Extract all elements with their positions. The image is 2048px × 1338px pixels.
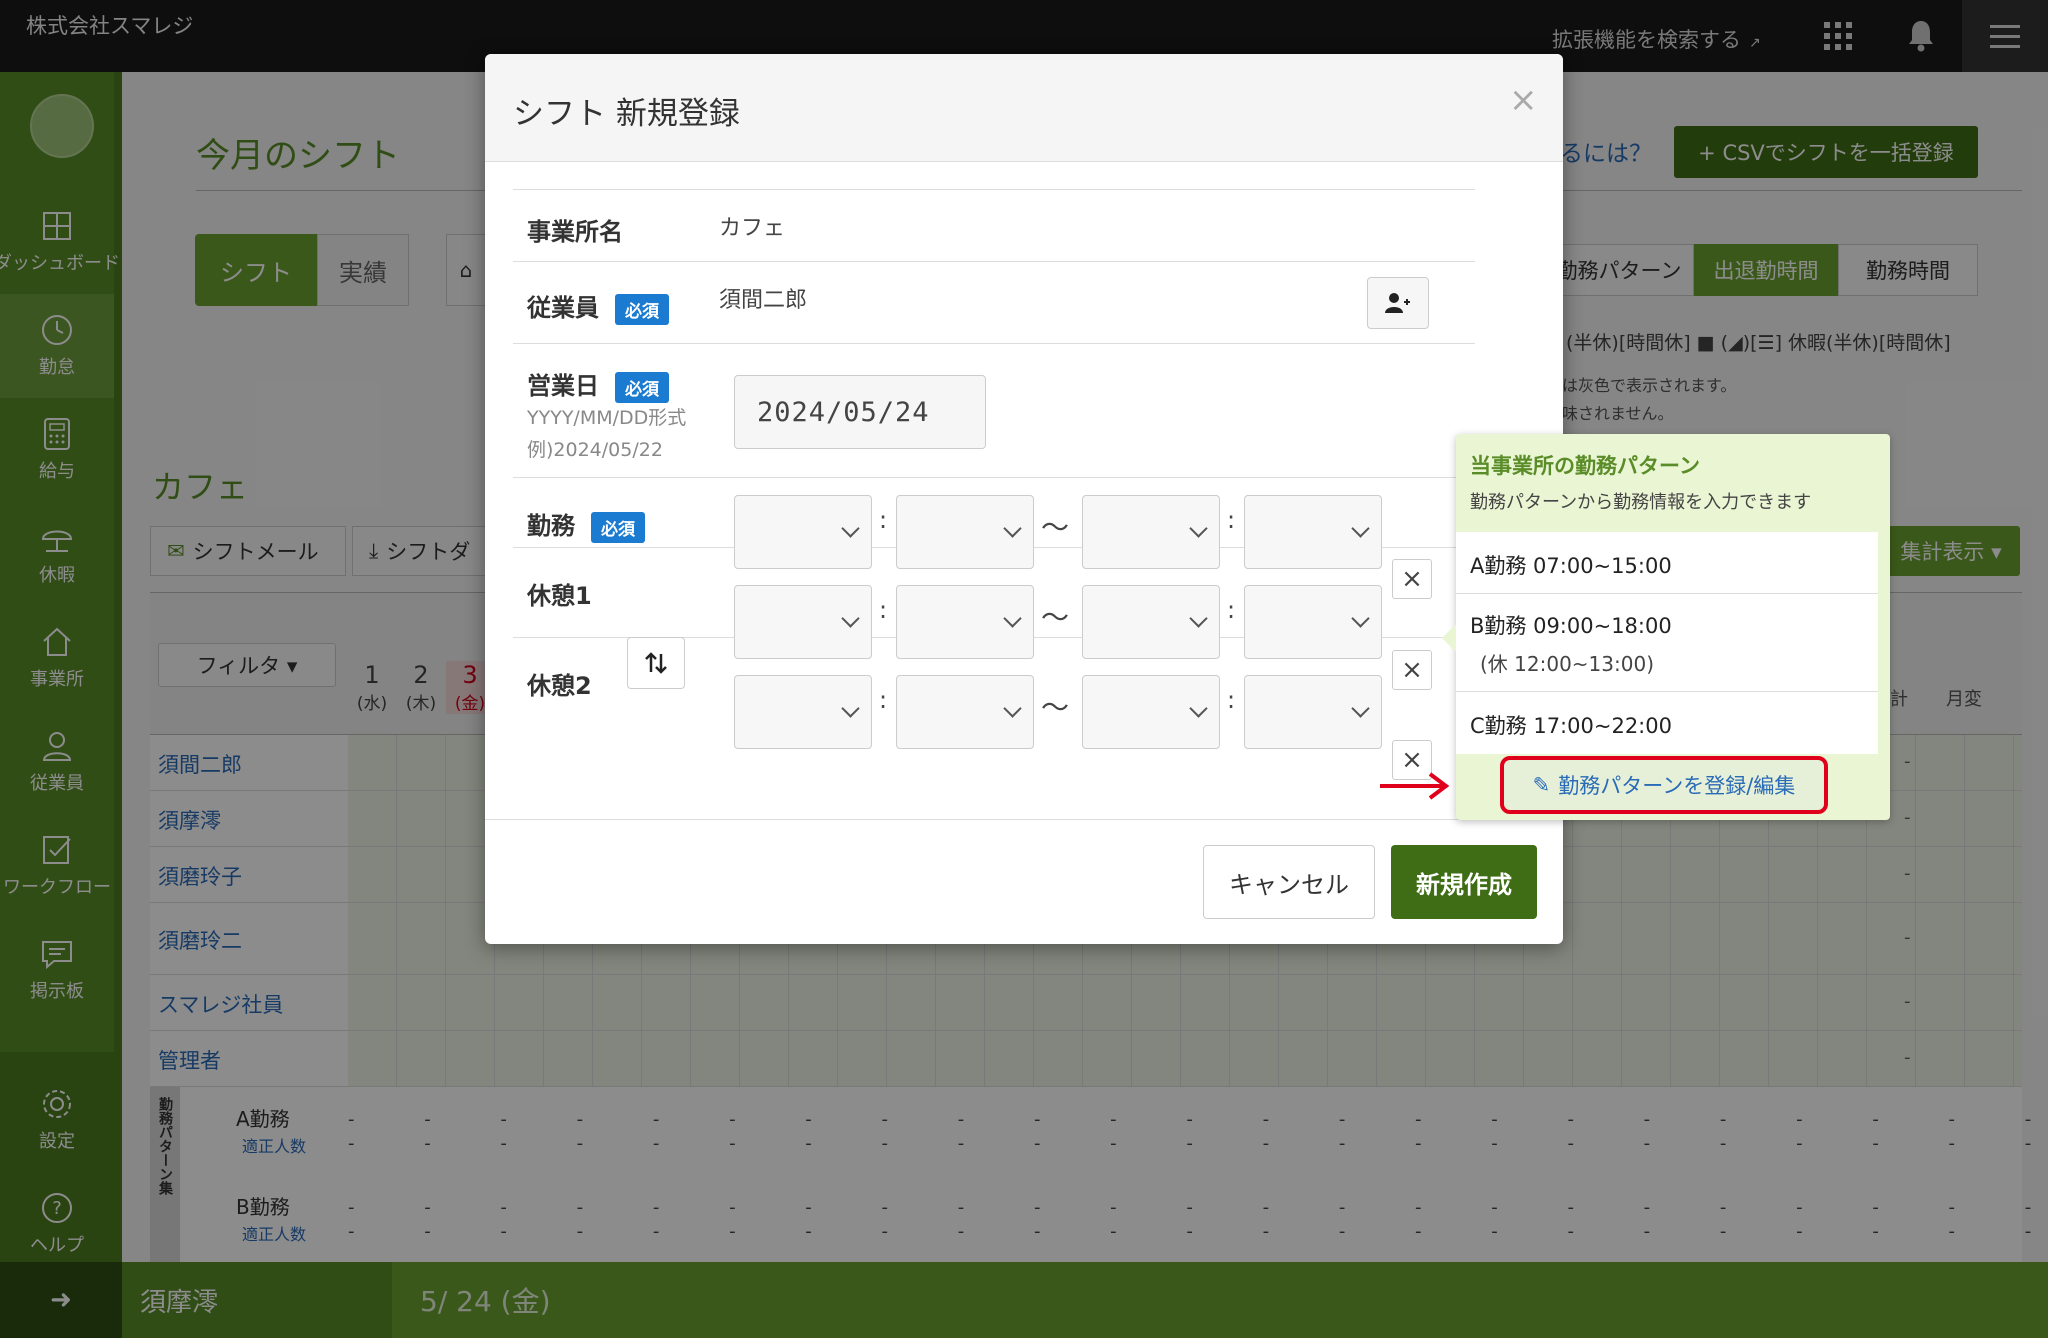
- pattern-option-b[interactable]: B勤務 09:00~18:00 (休 12:00~13:00): [1456, 594, 1878, 692]
- create-button[interactable]: 新規作成: [1391, 845, 1537, 919]
- date-row: 営業日 必須 YYYY/MM/DD形式 例)2024/05/22: [513, 343, 1475, 477]
- break1-label: 休憩1: [527, 582, 592, 610]
- office-row: 事業所名 カフェ: [513, 189, 1475, 261]
- required-badge: 必須: [615, 293, 669, 325]
- pattern-option-c[interactable]: C勤務 17:00~22:00: [1456, 692, 1878, 754]
- colon: :: [879, 596, 888, 624]
- popover-caret: [1442, 624, 1456, 652]
- business-date-input[interactable]: [734, 375, 986, 449]
- edit-patterns-label: 勤務パターンを登録/編集: [1558, 774, 1796, 798]
- break2-label: 休憩2: [527, 672, 592, 700]
- break2-end-hour-select[interactable]: [1082, 675, 1220, 749]
- edit-patterns-button[interactable]: ✎ 勤務パターンを登録/編集: [1500, 756, 1828, 814]
- popover-title: 当事業所の勤務パターン: [1470, 454, 1700, 478]
- colon: :: [879, 506, 888, 534]
- pattern-list: A勤務 07:00~15:00 B勤務 09:00~18:00 (休 12:00~…: [1456, 532, 1878, 754]
- modal-header: シフト 新規登録 ×: [485, 54, 1563, 162]
- break1-end-hour-select[interactable]: [1082, 585, 1220, 659]
- pattern-option-a[interactable]: A勤務 07:00~15:00: [1456, 532, 1878, 594]
- office-value: カフェ: [719, 216, 786, 241]
- break1-start-hour-select[interactable]: [734, 585, 872, 659]
- required-badge: 必須: [615, 371, 669, 403]
- required-badge: 必須: [591, 511, 645, 543]
- pencil-icon: ✎: [1532, 773, 1551, 797]
- employee-label: 従業員 必須: [527, 288, 669, 325]
- work-end-minute-select[interactable]: [1244, 495, 1382, 569]
- clear-break1-button[interactable]: ×: [1392, 650, 1432, 690]
- modal-title: シフト 新規登録: [513, 96, 740, 132]
- tilde: 〜: [1041, 601, 1070, 634]
- colon: :: [879, 686, 888, 714]
- work-start-minute-select[interactable]: [896, 495, 1034, 569]
- modal-footer-divider: [485, 819, 1563, 820]
- close-icon[interactable]: ×: [1509, 80, 1538, 120]
- employee-value: 須間二郎: [719, 288, 808, 313]
- annotation-arrow-icon: [1380, 770, 1452, 810]
- date-label: 営業日 必須: [527, 366, 669, 403]
- break2-end-minute-select[interactable]: [1244, 675, 1382, 749]
- work-end-hour-select[interactable]: [1082, 495, 1220, 569]
- break2-start-minute-select[interactable]: [896, 675, 1034, 749]
- swap-breaks-icon[interactable]: [627, 637, 685, 689]
- colon: :: [1227, 596, 1236, 624]
- date-hint: YYYY/MM/DD形式 例)2024/05/22: [527, 407, 687, 461]
- break2-start-hour-select[interactable]: [734, 675, 872, 749]
- popover-description: 勤務パターンから勤務情報を入力できます: [1470, 492, 1812, 513]
- colon: :: [1227, 506, 1236, 534]
- pattern-break-time: (休 12:00~13:00): [1480, 652, 1654, 676]
- colon: :: [1227, 686, 1236, 714]
- office-label: 事業所名: [527, 218, 623, 246]
- work-label: 勤務 必須: [527, 506, 645, 543]
- shift-create-modal: シフト 新規登録 × 事業所名 カフェ 従業員 必須 須間二郎 営業日 必須 YYY…: [485, 54, 1563, 944]
- break1-start-minute-select[interactable]: [896, 585, 1034, 659]
- work-pattern-popover: 当事業所の勤務パターン 勤務パターンから勤務情報を入力できます A勤務 07:0…: [1442, 434, 1890, 820]
- add-employee-icon[interactable]: [1367, 277, 1429, 329]
- tilde: 〜: [1041, 511, 1070, 544]
- break1-end-minute-select[interactable]: [1244, 585, 1382, 659]
- work-start-hour-select[interactable]: [734, 495, 872, 569]
- employee-row: 従業員 必須 須間二郎: [513, 261, 1475, 343]
- cancel-button[interactable]: キャンセル: [1203, 845, 1375, 919]
- tilde: 〜: [1041, 691, 1070, 724]
- clear-work-button[interactable]: ×: [1392, 559, 1432, 599]
